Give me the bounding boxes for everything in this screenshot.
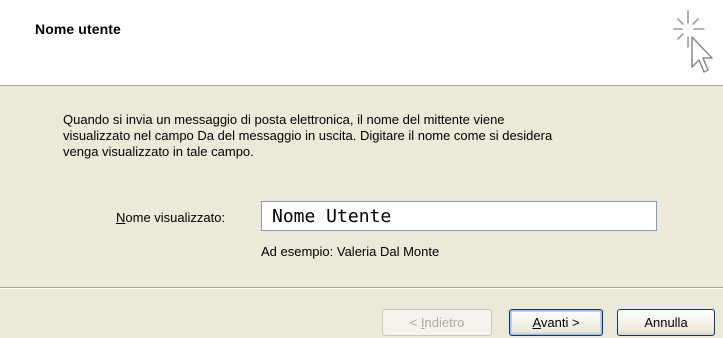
back-button-prefix: < — [409, 315, 421, 330]
page-title: Nome utente — [35, 21, 121, 37]
description-text: Quando si invia un messaggio di posta el… — [63, 112, 553, 159]
next-button-rest: vanti > — [540, 315, 580, 330]
display-name-input[interactable] — [261, 201, 657, 231]
wizard-body: Quando si invia un messaggio di posta el… — [0, 86, 723, 286]
back-button[interactable]: < Indietro — [382, 309, 492, 336]
display-name-label-accel: N — [116, 210, 126, 225]
display-name-label: Nome visualizzato: — [116, 210, 225, 225]
next-button[interactable]: Avanti > — [509, 309, 603, 336]
wizard-footer: < Indietro Avanti > Annulla — [0, 289, 723, 338]
wizard-header: Nome utente — [0, 0, 723, 86]
wizard-dialog: Nome utente Quando si invia un messaggio… — [0, 0, 723, 338]
cancel-button[interactable]: Annulla — [617, 309, 715, 336]
wizard-cursor-sparkle-icon — [673, 10, 713, 73]
display-name-label-rest: ome visualizzato: — [125, 210, 226, 225]
example-text: Ad esempio: Valeria Dal Monte — [261, 244, 440, 259]
back-button-rest: ndietro — [424, 315, 465, 330]
next-button-accel: A — [532, 315, 541, 330]
